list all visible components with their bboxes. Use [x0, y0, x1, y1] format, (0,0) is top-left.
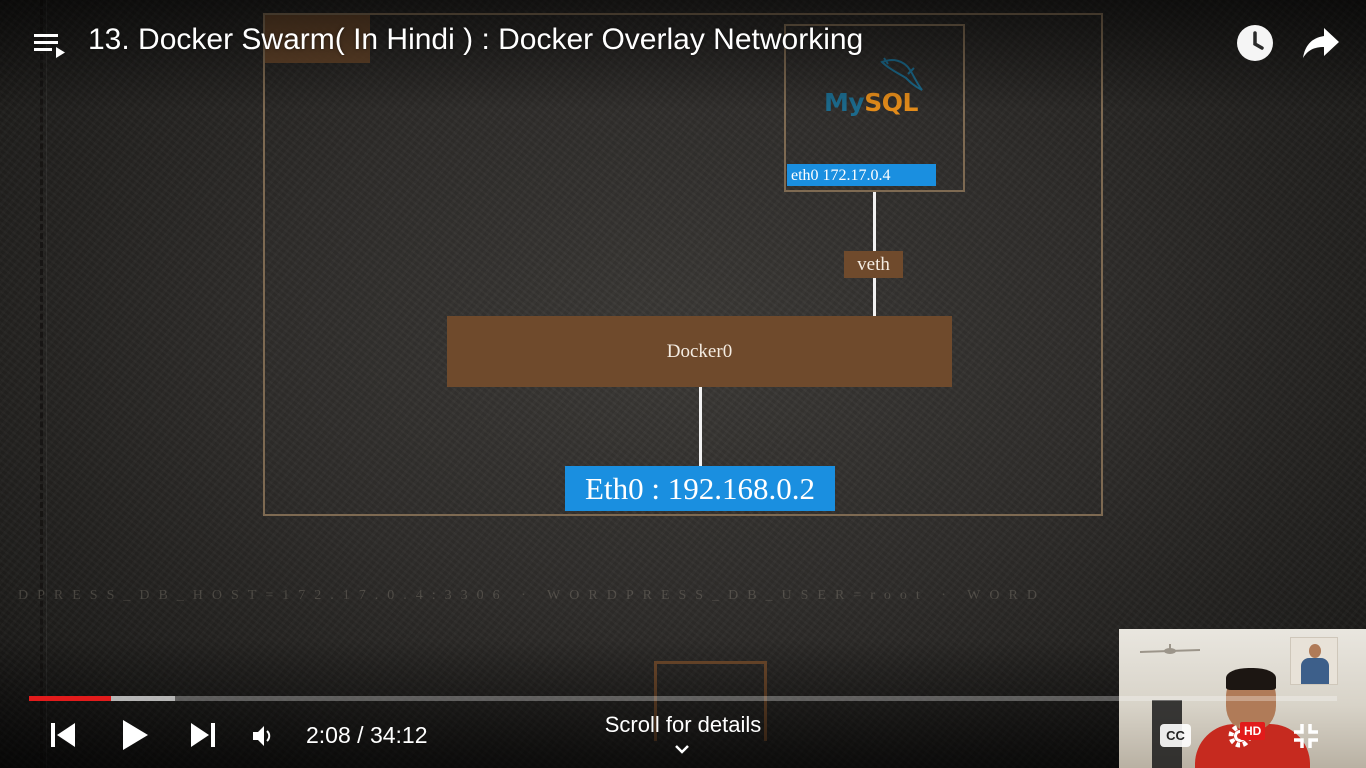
volume-icon: [253, 726, 271, 746]
hd-badge: HD: [1240, 722, 1266, 740]
chevron-down-icon[interactable]: [674, 743, 690, 755]
play-icon: [123, 720, 148, 750]
playlist-button[interactable]: [32, 28, 68, 62]
time-display: 2:08 / 34:12: [306, 722, 428, 749]
presenter-hair: [1226, 668, 1276, 690]
veth-label: veth: [844, 251, 903, 278]
container-eth-label: eth0 172.17.0.4: [787, 164, 936, 186]
progress-played: [29, 696, 112, 701]
watch-later-button[interactable]: [1237, 25, 1273, 61]
watch-later-icon: [1253, 31, 1264, 50]
scroll-for-details[interactable]: Scroll for details: [583, 712, 783, 738]
time-separator: /: [350, 722, 370, 748]
time-total: 34:12: [369, 722, 428, 748]
presenter-thumbnail: [1290, 637, 1338, 685]
exit-fullscreen-icon: [1294, 724, 1318, 748]
host-eth-label: Eth0 : 192.168.0.2: [565, 466, 835, 511]
captions-button[interactable]: CC: [1160, 724, 1191, 747]
playlist-icon: [34, 34, 65, 58]
docker0-bridge: Docker0: [447, 316, 952, 387]
share-icon: [1303, 28, 1339, 58]
env-watermark: DPRESS_DB_HOST=172.17.0.4:3306 · WORDPRE…: [18, 588, 1046, 603]
share-button[interactable]: [1302, 26, 1340, 60]
previous-button[interactable]: [50, 722, 76, 753]
progress-bar[interactable]: [29, 696, 1337, 701]
captions-icon: CC: [1166, 728, 1185, 743]
play-button[interactable]: [120, 719, 150, 756]
exit-fullscreen-button[interactable]: [1292, 722, 1320, 755]
next-button[interactable]: [190, 722, 216, 753]
host-eth-wire: [699, 387, 702, 467]
ceiling-fan-graphic: [1139, 644, 1201, 654]
previous-icon: [51, 723, 75, 747]
veth-wire-bottom: [873, 278, 876, 318]
video-title[interactable]: 13. Docker Swarm( In Hindi ) : Docker Ov…: [88, 23, 863, 57]
veth-wire-top: [873, 192, 876, 252]
next-icon: [191, 723, 215, 747]
volume-button[interactable]: [251, 724, 275, 753]
time-current: 2:08: [306, 722, 351, 748]
